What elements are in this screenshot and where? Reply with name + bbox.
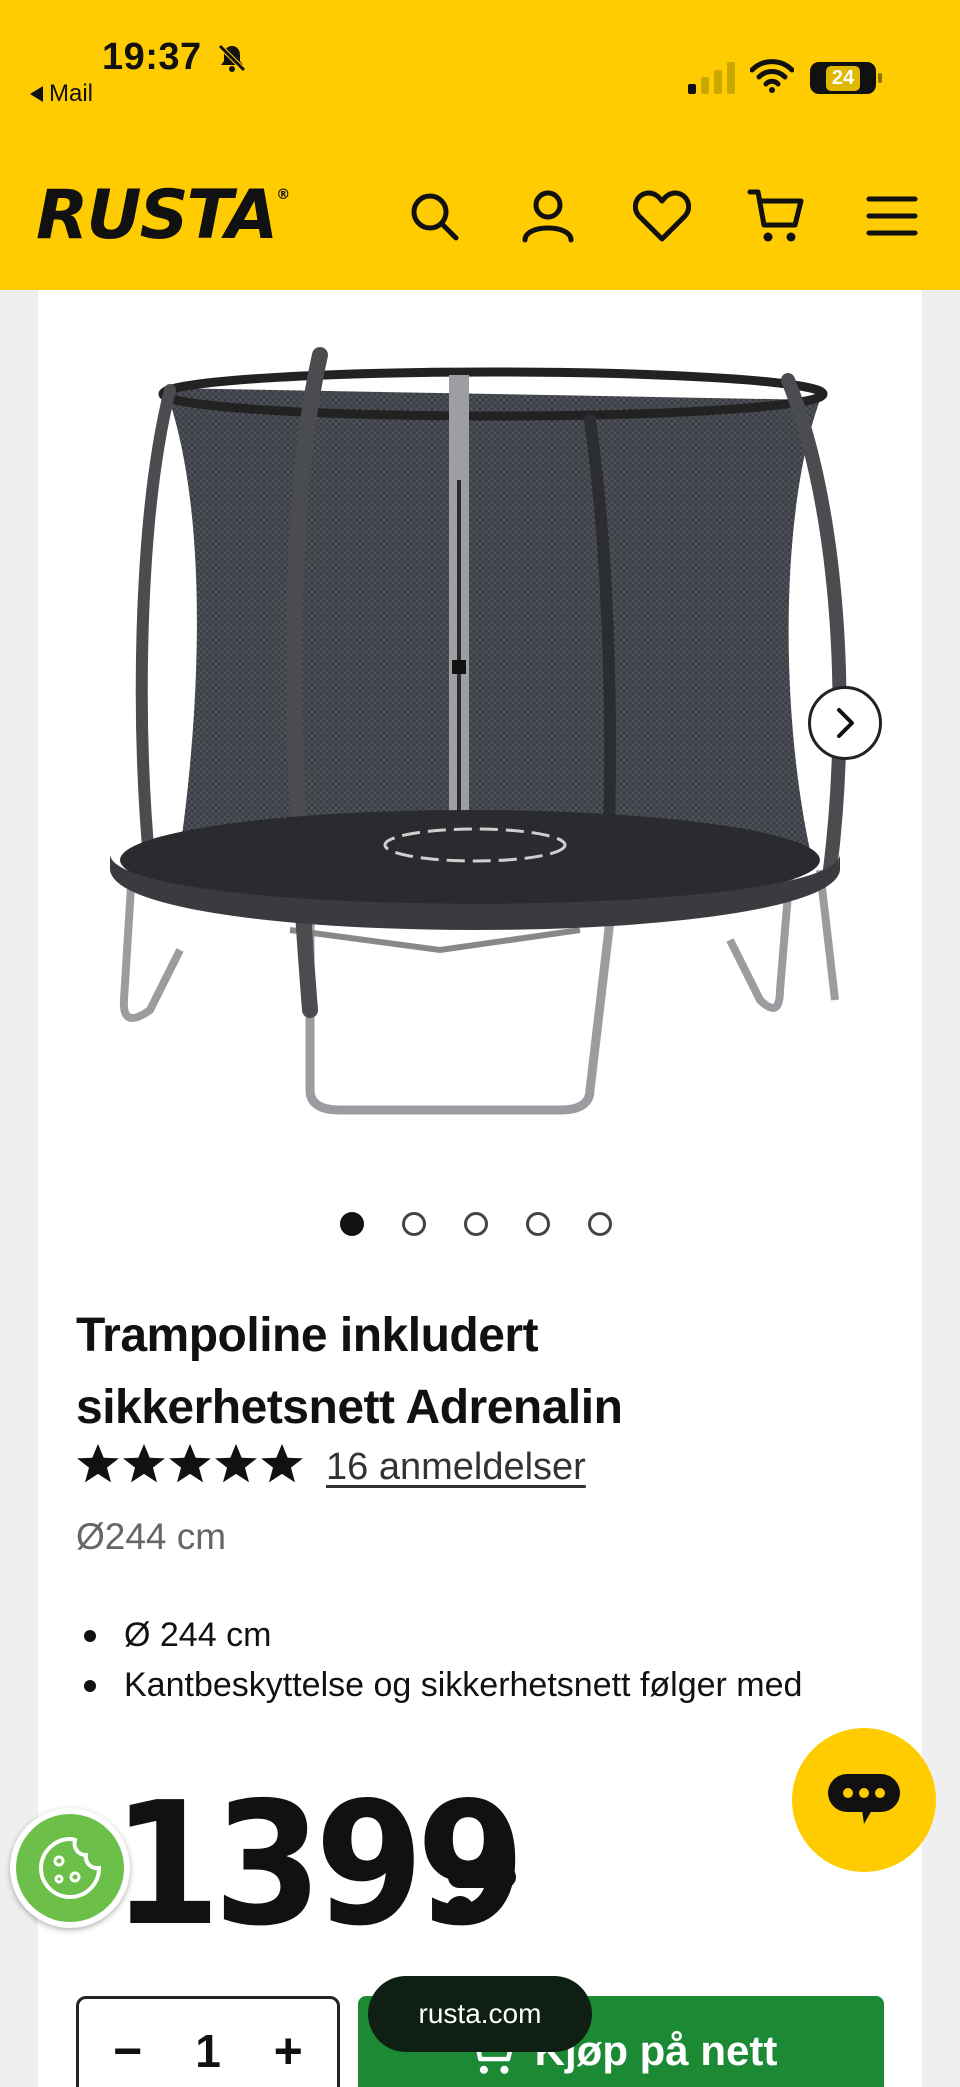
product-title: Trampoline inkludert sikkerhetsnett Adre… (76, 1309, 623, 1434)
carousel-next-button[interactable] (808, 686, 882, 760)
price-dash (448, 1866, 516, 1888)
status-time: 19:37 (102, 36, 202, 78)
search-icon (411, 193, 459, 241)
browser-url-pill[interactable]: rusta.com (368, 1976, 592, 2052)
product-price: 1399 (112, 1766, 525, 1964)
product-features: Ø 244 cm Kantbeskyttelse og sikkerhetsne… (76, 1610, 802, 1710)
star-icon (215, 1443, 257, 1483)
chevron-right-icon (837, 708, 854, 738)
battery-indicator: 24 (810, 62, 882, 94)
battery-level: 24 (825, 65, 861, 91)
carousel-dot-2[interactable] (402, 1212, 426, 1236)
carousel-dot-3[interactable] (464, 1212, 488, 1236)
feature-item: Kantbeskyttelse og sikkerhetsnett følger… (76, 1660, 802, 1710)
logo-registered-mark: ® (276, 187, 290, 203)
menu-icon (866, 196, 918, 236)
reviews-link[interactable]: 16 anmeldelser (326, 1446, 586, 1489)
quantity-decrease-button[interactable]: − (98, 2022, 158, 2080)
carousel-pagination (340, 1212, 612, 1236)
quantity-value[interactable]: 1 (195, 2024, 221, 2078)
top-header-area: 19:37 Mail 24 RUSTA® (0, 0, 960, 290)
rating-stars (76, 1442, 304, 1486)
carousel-dot-1[interactable] (340, 1212, 364, 1236)
quantity-stepper: − 1 + (76, 1996, 340, 2087)
back-app-label: Mail (49, 80, 94, 107)
star-icon (123, 1443, 165, 1483)
carousel-dot-5[interactable] (588, 1212, 612, 1236)
star-icon (261, 1443, 303, 1483)
logo-text: RUSTA (36, 176, 278, 255)
account-button[interactable] (518, 186, 578, 246)
wifi-icon (750, 59, 794, 93)
heart-icon (633, 190, 691, 242)
cellular-signal-icon (688, 62, 735, 94)
cart-button[interactable] (746, 186, 806, 246)
star-icon (169, 1443, 211, 1483)
star-icon (77, 1443, 119, 1483)
chat-bubble-icon (828, 1774, 900, 1824)
bell-muted-icon (218, 44, 246, 72)
cookie-icon (38, 1836, 102, 1900)
cookie-settings-button[interactable] (10, 1808, 130, 1928)
product-size: Ø244 cm (76, 1516, 227, 1557)
carousel-dot-4[interactable] (526, 1212, 550, 1236)
feature-item: Ø 244 cm (76, 1610, 802, 1660)
product-image-trampoline[interactable] (60, 310, 880, 1140)
wishlist-button[interactable] (632, 186, 692, 246)
quantity-increase-button[interactable]: + (258, 2022, 318, 2080)
menu-button[interactable] (862, 186, 922, 246)
cart-icon (747, 189, 804, 242)
back-arrow-icon (30, 86, 43, 102)
price-dot (446, 1896, 474, 1924)
account-icon (522, 190, 574, 243)
back-to-mail[interactable]: Mail (30, 80, 93, 108)
search-button[interactable] (404, 186, 464, 246)
chat-button[interactable] (792, 1728, 936, 1872)
rusta-logo[interactable]: RUSTA® (36, 182, 290, 250)
